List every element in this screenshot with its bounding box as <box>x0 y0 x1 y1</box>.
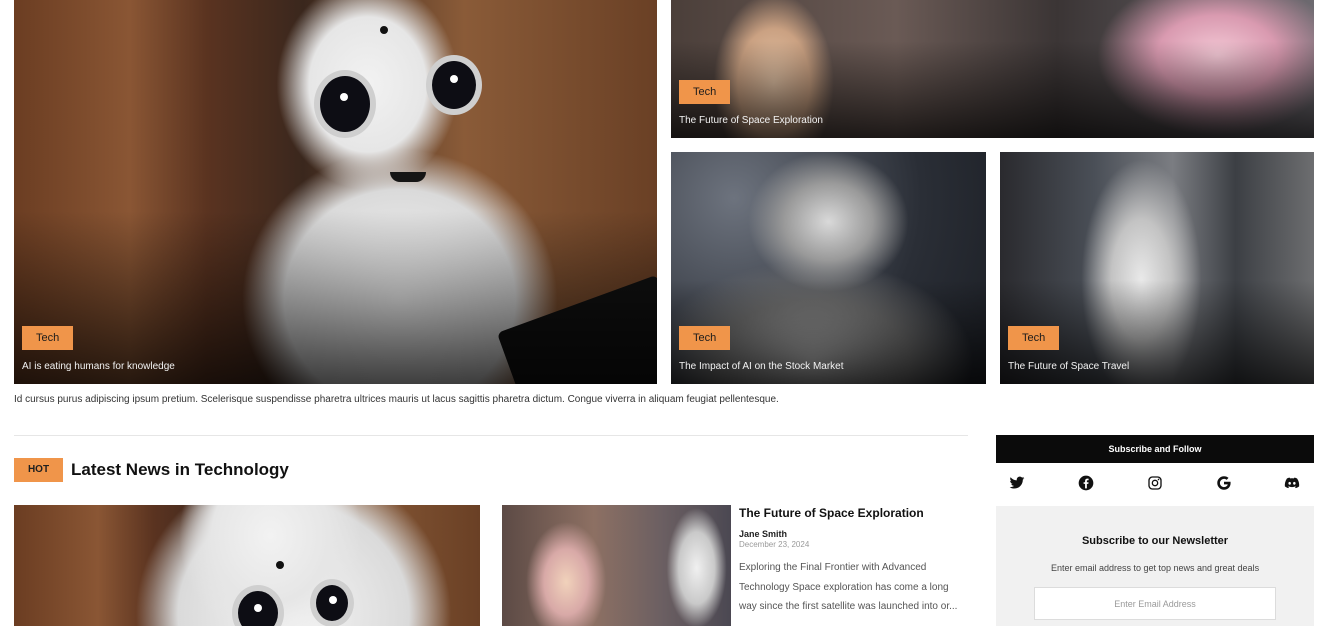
featured-card-small[interactable]: Tech The Future of Space Travel <box>1000 152 1314 384</box>
article-author[interactable]: Jane Smith <box>739 529 787 539</box>
featured-card-large[interactable]: Tech AI is eating humans for knowledge <box>14 0 657 384</box>
featured-card-small[interactable]: Tech The Impact of AI on the Stock Marke… <box>671 152 986 384</box>
card-caption[interactable]: The Future of Space Travel <box>1008 361 1129 372</box>
robot-eye-right <box>310 579 354 626</box>
category-tag[interactable]: Tech <box>679 80 731 104</box>
intro-text: Id cursus purus adipiscing ipsum pretium… <box>14 394 779 405</box>
instagram-icon[interactable] <box>1144 472 1166 494</box>
category-tag[interactable]: Tech <box>1008 326 1060 350</box>
newsletter-title: Subscribe to our Newsletter <box>1081 535 1229 547</box>
article-title[interactable]: The Future of Space Exploration <box>739 506 924 520</box>
robot-mouth <box>390 172 426 182</box>
divider <box>14 435 968 436</box>
robot-eye-left <box>314 70 376 138</box>
card-caption[interactable]: The Impact of AI on the Stock Market <box>679 361 844 372</box>
robot-eye-right <box>426 55 482 115</box>
facebook-icon[interactable] <box>1075 472 1097 494</box>
category-tag[interactable]: Tech <box>22 326 74 350</box>
card-caption[interactable]: AI is eating humans for knowledge <box>22 361 175 372</box>
newsletter-panel: Subscribe to our Newsletter Enter email … <box>996 506 1314 626</box>
twitter-icon[interactable] <box>1006 472 1028 494</box>
article-thumbnail[interactable] <box>502 505 731 626</box>
article-excerpt: Exploring the Final Frontier with Advanc… <box>739 562 958 612</box>
latest-main-image[interactable] <box>14 505 480 626</box>
google-icon[interactable] <box>1213 472 1235 494</box>
hot-badge: HOT <box>14 458 63 482</box>
girl-robot-photo <box>502 505 731 626</box>
follow-header: Subscribe and Follow <box>996 435 1314 463</box>
robot-forehead-dot <box>380 26 388 34</box>
email-field[interactable] <box>1034 587 1276 620</box>
featured-card-wide[interactable]: Tech The Future of Space Exploration <box>671 0 1314 138</box>
discord-icon[interactable] <box>1281 472 1303 494</box>
card-caption[interactable]: The Future of Space Exploration <box>679 115 823 126</box>
article-date: December 23, 2024 <box>739 540 810 549</box>
newsletter-subtitle: Enter email address to get top news and … <box>1050 563 1260 573</box>
section-title: Latest News in Technology <box>71 460 289 479</box>
category-tag[interactable]: Tech <box>679 326 731 350</box>
robot-forehead-dot <box>276 561 284 569</box>
